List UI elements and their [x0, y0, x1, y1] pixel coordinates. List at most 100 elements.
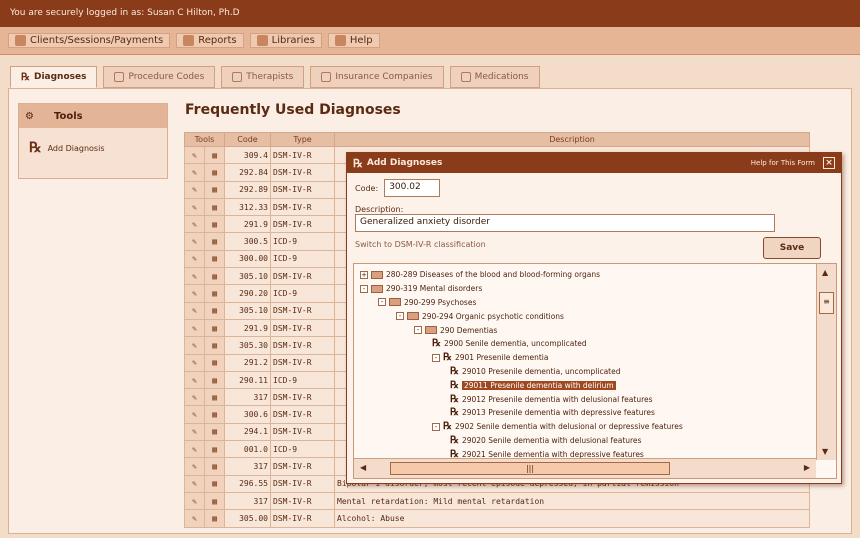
menu-libraries[interactable]: Libraries	[249, 33, 322, 48]
edit-icon[interactable]: ✎	[184, 336, 205, 355]
edit-icon[interactable]: ✎	[184, 180, 205, 199]
tree-node[interactable]: ℞ 29013 Presenile dementia with depressiv…	[354, 406, 816, 420]
table-row: ✎ ▩ 317 DSM-IV-R Mental retardation: Mild me…	[184, 491, 810, 511]
expand-toggle-icon[interactable]: -	[378, 298, 386, 307]
vertical-scroll-thumb[interactable]: ≡	[819, 292, 834, 314]
tab-diagnoses[interactable]: ℞ Diagnoses	[10, 66, 98, 88]
tree-node[interactable]: ℞ 29020 Senile dementia with delusional f…	[354, 434, 816, 448]
scroll-right-icon[interactable]: ▶	[804, 463, 810, 472]
edit-icon[interactable]: ✎	[184, 457, 205, 476]
folder-icon	[371, 284, 383, 293]
delete-icon[interactable]: ▩	[204, 457, 225, 476]
tree-node[interactable]: - 290 Dementias	[354, 323, 816, 337]
edit-icon[interactable]: ✎	[184, 440, 205, 459]
tree-node[interactable]: ℞ 29010 Presenile dementia, uncomplicated	[354, 365, 816, 379]
rx-icon: ℞	[21, 71, 30, 83]
delete-icon[interactable]: ▩	[204, 215, 225, 234]
edit-icon[interactable]: ✎	[184, 284, 205, 303]
expand-toggle-icon[interactable]: -	[432, 353, 440, 362]
expand-toggle-icon[interactable]: -	[360, 284, 368, 293]
delete-icon[interactable]: ▩	[204, 249, 225, 269]
edit-icon[interactable]: ✎	[184, 145, 205, 165]
delete-icon[interactable]: ▩	[204, 163, 225, 182]
close-icon[interactable]: ×	[823, 157, 835, 169]
delete-icon[interactable]: ▩	[204, 491, 225, 511]
delete-icon[interactable]: ▩	[204, 422, 225, 442]
switch-classification-link[interactable]: Switch to DSM-IV-R classification	[355, 240, 833, 249]
delete-icon[interactable]: ▩	[204, 301, 225, 320]
edit-icon[interactable]: ✎	[184, 197, 205, 217]
delete-icon[interactable]: ▩	[204, 370, 225, 390]
edit-icon[interactable]: ✎	[184, 474, 205, 493]
tree-node[interactable]: - 290-319 Mental disorders	[354, 282, 816, 296]
tree-node[interactable]: - 290-299 Psychoses	[354, 296, 816, 310]
edit-icon[interactable]: ✎	[184, 370, 205, 390]
type-cell: DSM-IV-R	[270, 180, 335, 199]
tree-node[interactable]: ℞ 29012 Presenile dementia with delusiona…	[354, 392, 816, 406]
menu-reports[interactable]: Reports	[176, 33, 244, 48]
tab-insurance-companies[interactable]: Insurance Companies	[310, 66, 444, 88]
scroll-left-icon[interactable]: ◀	[360, 463, 366, 472]
menu-clients[interactable]: Clients/Sessions/Payments	[8, 33, 171, 48]
tab-procedure-codes[interactable]: Procedure Codes	[103, 66, 216, 88]
description-input[interactable]: Generalized anxiety disorder	[355, 214, 775, 232]
delete-icon[interactable]: ▩	[204, 336, 225, 355]
delete-icon[interactable]: ▩	[204, 284, 225, 303]
delete-icon[interactable]: ▩	[204, 318, 225, 338]
horizontal-scroll-thumb[interactable]: |||	[390, 462, 670, 475]
edit-icon[interactable]: ✎	[184, 163, 205, 182]
delete-icon[interactable]: ▩	[204, 267, 225, 286]
tree-node[interactable]: - 290-294 Organic psychotic conditions	[354, 309, 816, 323]
edit-icon[interactable]: ✎	[184, 491, 205, 511]
tab-medications[interactable]: Medications	[449, 66, 540, 88]
edit-icon[interactable]: ✎	[184, 405, 205, 424]
expand-toggle-icon[interactable]: -	[414, 326, 422, 335]
edit-icon[interactable]: ✎	[184, 388, 205, 407]
expand-toggle-icon[interactable]: -	[396, 312, 404, 321]
tree-node[interactable]: ℞ 2900 Senile dementia, uncomplicated	[354, 337, 816, 351]
edit-icon[interactable]: ✎	[184, 301, 205, 320]
edit-icon[interactable]: ✎	[184, 318, 205, 338]
delete-icon[interactable]: ▩	[204, 405, 225, 424]
edit-icon[interactable]: ✎	[184, 353, 205, 372]
tree-node[interactable]: ℞ 29011 Presenile dementia with delirium	[354, 378, 816, 392]
add-diagnosis-button[interactable]: ℞ Add Diagnosis	[19, 128, 167, 168]
delete-icon[interactable]: ▩	[204, 180, 225, 199]
col-description: Description	[334, 132, 810, 147]
delete-icon[interactable]: ▩	[204, 232, 225, 251]
type-cell: DSM-IV-R	[270, 491, 335, 511]
scroll-up-icon[interactable]: ▲	[822, 268, 828, 277]
edit-icon[interactable]: ✎	[184, 509, 205, 528]
edit-icon[interactable]: ✎	[184, 267, 205, 286]
folder-icon	[407, 312, 419, 321]
delete-icon[interactable]: ▩	[204, 388, 225, 407]
expand-toggle-icon[interactable]: +	[360, 270, 368, 279]
help-link[interactable]: Help for This Form	[751, 159, 815, 167]
type-cell: ICD-9	[270, 440, 335, 459]
edit-icon[interactable]: ✎	[184, 422, 205, 442]
tree-node[interactable]: - ℞ 2901 Presenile dementia	[354, 351, 816, 365]
expand-toggle-icon[interactable]: -	[432, 422, 440, 431]
type-cell: DSM-IV-R	[270, 353, 335, 372]
code-cell: 300.00	[224, 249, 271, 269]
code-cell: 001.0	[224, 440, 271, 459]
scroll-down-icon[interactable]: ▼	[822, 447, 828, 456]
menu-help[interactable]: Help	[327, 33, 380, 48]
save-button[interactable]: Save	[763, 237, 821, 259]
tree-node[interactable]: +280-289 Diseases of the blood and blood…	[354, 268, 816, 282]
vertical-scrollbar[interactable]: ▲ ≡ ▼	[816, 264, 836, 460]
delete-icon[interactable]: ▩	[204, 353, 225, 372]
edit-icon[interactable]: ✎	[184, 232, 205, 251]
type-cell: DSM-IV-R	[270, 215, 335, 234]
delete-icon[interactable]: ▩	[204, 474, 225, 493]
delete-icon[interactable]: ▩	[204, 145, 225, 165]
delete-icon[interactable]: ▩	[204, 440, 225, 459]
code-input[interactable]: 300.02	[384, 179, 441, 197]
delete-icon[interactable]: ▩	[204, 197, 225, 217]
tab-therapists[interactable]: Therapists	[221, 66, 305, 88]
delete-icon[interactable]: ▩	[204, 509, 225, 528]
horizontal-scrollbar[interactable]: ◀ ||| ▶	[354, 458, 816, 478]
edit-icon[interactable]: ✎	[184, 249, 205, 269]
tree-node[interactable]: - ℞ 2902 Senile dementia with delusional o…	[354, 420, 816, 434]
edit-icon[interactable]: ✎	[184, 215, 205, 234]
